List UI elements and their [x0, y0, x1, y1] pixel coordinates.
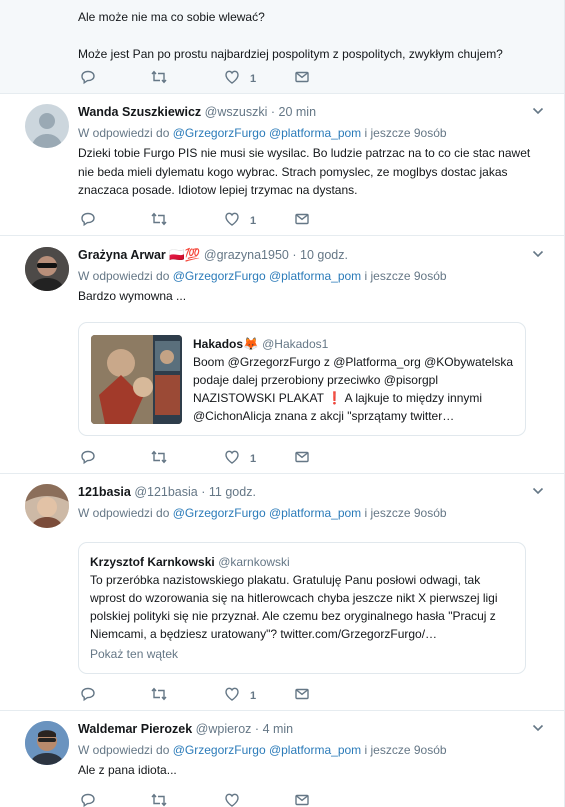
tweet-header: 121basia @121basia · 11 godz.: [78, 483, 544, 501]
retweet-icon[interactable]: [150, 210, 168, 228]
like-count: 1: [250, 689, 257, 702]
tweet-reply[interactable]: Grażyna Arwar 🇵🇱💯 @grazyna1950 · 10 godz…: [0, 236, 564, 474]
like-button[interactable]: 1: [224, 448, 256, 466]
reply-to-links[interactable]: @GrzegorzFurgo @platforma_pom: [173, 269, 361, 283]
quoted-tweet-text: To przeróbka nazistowskiego plakatu. Gra…: [90, 573, 498, 641]
like-button[interactable]: 1: [224, 68, 256, 86]
user-handle[interactable]: @wszuszki: [205, 105, 268, 119]
reply-context: W odpowiedzi do @GrzegorzFurgo @platform…: [78, 743, 447, 757]
user-fullname[interactable]: 121basia: [78, 485, 131, 499]
tweet-reply[interactable]: Wanda Szuszkiewicz @wszuszki · 20 min W …: [0, 94, 564, 236]
chevron-down-icon[interactable]: [532, 106, 544, 116]
user-handle[interactable]: @grazyna1950: [204, 248, 289, 262]
tweet-reply[interactable]: Waldemar Pierozek @wpieroz · 4 min W odp…: [0, 711, 564, 807]
tweet-header: Waldemar Pierozek @wpieroz · 4 min: [78, 720, 544, 738]
quoted-name-emoji: 🦊: [243, 337, 259, 351]
like-count: 1: [250, 452, 257, 465]
reply-context: W odpowiedzi do @GrzegorzFurgo @platform…: [78, 126, 447, 140]
reply-icon[interactable]: [80, 791, 96, 807]
tweet-actions: 1: [78, 68, 318, 86]
heart-icon: [225, 70, 239, 84]
envelope-icon[interactable]: [294, 68, 310, 86]
tweet-text: Ale z pana idiota...: [78, 763, 177, 777]
name-emoji: 🇵🇱💯: [169, 248, 201, 262]
like-count: 1: [250, 72, 257, 85]
user-handle[interactable]: @wpieroz: [196, 722, 252, 736]
tweet-header: Grażyna Arwar 🇵🇱💯 @grazyna1950 · 10 godz…: [78, 246, 544, 264]
like-button[interactable]: 1: [224, 210, 256, 228]
tweet-actions: 1: [78, 210, 318, 228]
tweet-text: Ale może nie ma co sobie wlewać? Może je…: [78, 10, 503, 61]
envelope-icon[interactable]: [294, 685, 310, 703]
reply-context: W odpowiedzi do @GrzegorzFurgo @platform…: [78, 269, 447, 283]
heart-icon[interactable]: [224, 791, 240, 807]
user-fullname[interactable]: Waldemar Pierozek: [78, 722, 192, 736]
reply-to-links[interactable]: @GrzegorzFurgo @platforma_pom: [173, 743, 361, 757]
retweet-icon[interactable]: [150, 685, 168, 703]
retweet-icon[interactable]: [150, 68, 168, 86]
tweet-actions: [78, 791, 318, 807]
avatar[interactable]: [25, 104, 69, 148]
avatar[interactable]: [25, 484, 69, 528]
heart-icon: [225, 687, 239, 701]
quoted-tweet-text: Boom @GrzegorzFurgo z @Platforma_org @KO…: [193, 355, 513, 423]
quoted-tweet[interactable]: Krzysztof Karnkowski @karnkowski To prze…: [78, 542, 526, 674]
quoted-tweet[interactable]: Hakados🦊 @Hakados1 Boom @GrzegorzFurgo z…: [78, 322, 526, 436]
user-fullname[interactable]: Wanda Szuszkiewicz: [78, 105, 201, 119]
tweet-actions: 1: [78, 685, 318, 703]
reply-icon[interactable]: [80, 68, 96, 86]
heart-icon: [225, 450, 239, 464]
user-fullname[interactable]: Grażyna Arwar: [78, 248, 166, 262]
quoted-user-fullname: Krzysztof Karnkowski: [90, 555, 215, 569]
tweet-actions: 1: [78, 448, 318, 466]
show-thread-link[interactable]: Pokaż ten wątek: [90, 647, 515, 661]
quoted-user-fullname: Hakados: [193, 337, 244, 351]
tweet-timestamp[interactable]: 4 min: [263, 722, 294, 736]
reply-to-links[interactable]: @GrzegorzFurgo @platforma_pom: [173, 506, 361, 520]
heart-icon: [225, 212, 239, 226]
like-button[interactable]: 1: [224, 685, 256, 703]
quoted-tweet-image: [91, 335, 182, 424]
retweet-icon[interactable]: [150, 448, 168, 466]
tweet-timestamp[interactable]: 10 godz.: [300, 248, 348, 262]
reply-icon[interactable]: [80, 210, 96, 228]
chevron-down-icon[interactable]: [532, 486, 544, 496]
tweet-text: Dzieki tobie Furgo PIS nie musi sie wysi…: [78, 146, 531, 197]
tweet-reply[interactable]: 121basia @121basia · 11 godz. W odpowied…: [0, 474, 564, 711]
quoted-user-handle: @Hakados1: [262, 337, 329, 351]
tweet-text: Bardzo wymowna ...: [78, 289, 187, 303]
tweet-timestamp[interactable]: 11 godz.: [209, 485, 256, 499]
chevron-down-icon[interactable]: [532, 249, 544, 259]
reply-icon[interactable]: [80, 685, 96, 703]
envelope-icon[interactable]: [294, 210, 310, 228]
avatar[interactable]: [25, 721, 69, 765]
reply-context: W odpowiedzi do @GrzegorzFurgo @platform…: [78, 506, 447, 520]
chevron-down-icon[interactable]: [532, 723, 544, 733]
like-count: 1: [250, 214, 257, 227]
reply-icon[interactable]: [80, 448, 96, 466]
tweet-reply-top[interactable]: Ale może nie ma co sobie wlewać? Może je…: [0, 0, 564, 94]
tweet-header: Wanda Szuszkiewicz @wszuszki · 20 min: [78, 103, 544, 121]
envelope-icon[interactable]: [294, 791, 310, 807]
tweet-timestamp[interactable]: 20 min: [279, 105, 317, 119]
retweet-icon[interactable]: [150, 791, 168, 807]
avatar[interactable]: [25, 247, 69, 291]
quoted-user-handle: @karnkowski: [218, 555, 290, 569]
reply-to-links[interactable]: @GrzegorzFurgo @platforma_pom: [173, 126, 361, 140]
user-handle[interactable]: @121basia: [134, 485, 197, 499]
envelope-icon[interactable]: [294, 448, 310, 466]
timeline: Ale może nie ma co sobie wlewać? Może je…: [0, 0, 565, 807]
